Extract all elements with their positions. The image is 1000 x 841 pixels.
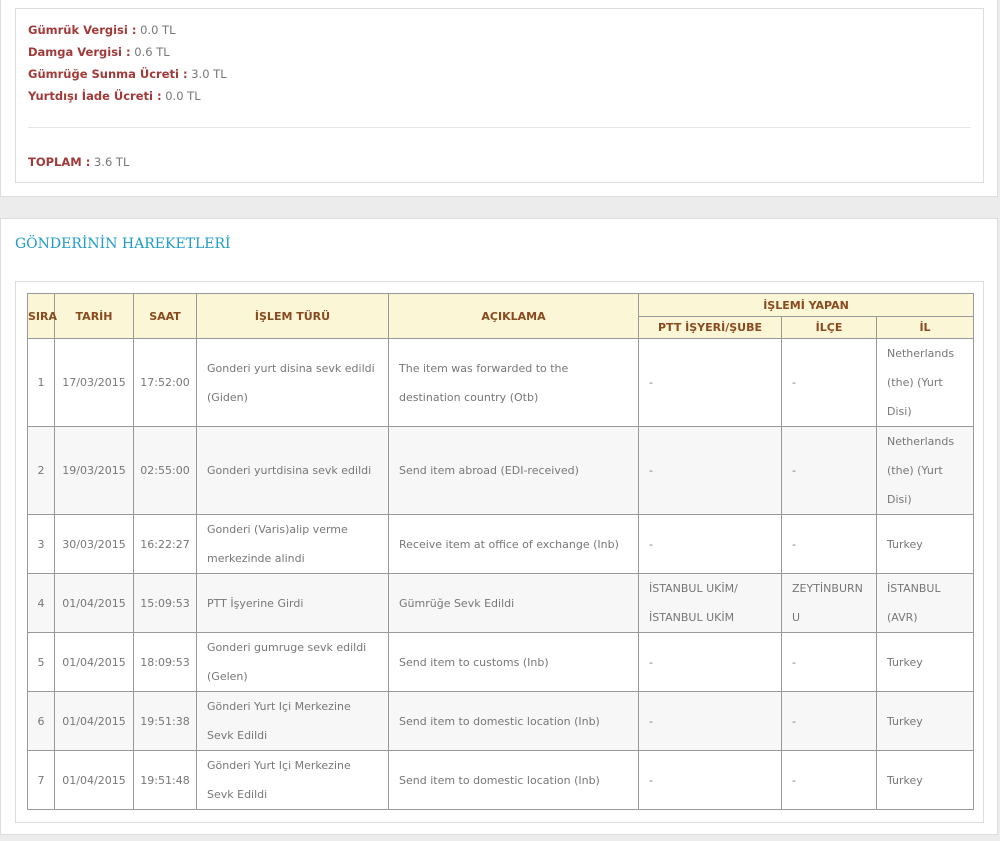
cell-ptt: İSTANBUL UKİM/İSTANBUL UKİM xyxy=(638,573,782,633)
cell-ptt: - xyxy=(638,514,782,574)
fee-value: 0.6 TL xyxy=(134,45,170,59)
movements-table-box: SIRA TARİH SAAT İŞLEM TÜRÜ AÇIKLAMA İŞLE… xyxy=(15,281,984,823)
cell-aciklama: Gümrüğe Sevk Edildi xyxy=(388,573,639,633)
cell-il: Turkey xyxy=(875,691,975,751)
cell-islem: Gonderi (Varis)alip verme merkezinde ali… xyxy=(196,514,389,574)
cell-il: Turkey xyxy=(875,632,975,692)
cell-saat: 19:51:38 xyxy=(133,691,197,751)
cell-ilce: ZEYTİNBURNU xyxy=(781,573,877,633)
fee-value: 3.0 TL xyxy=(191,67,227,81)
fee-row-customs-fee: Gümrüğe Sunma Ücreti : 3.0 TL xyxy=(28,67,227,81)
cell-saat: 16:22:27 xyxy=(133,514,197,574)
fee-label: Yurtdışı İade Ücreti : xyxy=(28,89,162,103)
col-header-aciklama: AÇIKLAMA xyxy=(388,293,639,339)
fee-row-customs-tax: Gümrük Vergisi : 0.0 TL xyxy=(28,23,175,37)
cell-il: İSTANBUL (AVR) xyxy=(875,573,975,633)
fees-box: Gümrük Vergisi : 0.0 TL Damga Vergisi : … xyxy=(15,8,984,183)
cell-ilce: - xyxy=(781,338,877,427)
cell-saat: 18:09:53 xyxy=(133,632,197,692)
table-row: 2 19/03/2015 02:55:00 Gonderi yurtdisina… xyxy=(27,426,975,515)
col-header-tarih: TARİH xyxy=(54,293,134,339)
table-row: 6 01/04/2015 19:51:38 Gönderi Yurt Içi M… xyxy=(27,691,975,751)
cell-tarih: 01/04/2015 xyxy=(54,632,134,692)
cell-saat: 19:51:48 xyxy=(133,750,197,810)
fees-divider xyxy=(28,127,971,128)
table-row: 4 01/04/2015 15:09:53 PTT İşyerine Girdi… xyxy=(27,573,975,633)
cell-il: Turkey xyxy=(875,514,975,574)
cell-ptt: - xyxy=(638,750,782,810)
total-row: TOPLAM : 3.6 TL xyxy=(28,155,129,169)
cell-sira: 7 xyxy=(27,750,55,810)
fee-label: Damga Vergisi : xyxy=(28,45,131,59)
cell-ptt: - xyxy=(638,426,782,515)
cell-aciklama: Send item to domestic location (Inb) xyxy=(388,691,639,751)
cell-tarih: 01/04/2015 xyxy=(54,691,134,751)
cell-ptt: - xyxy=(638,632,782,692)
col-header-saat: SAAT xyxy=(133,293,197,339)
cell-sira: 3 xyxy=(27,514,55,574)
cell-sira: 5 xyxy=(27,632,55,692)
cell-aciklama: Send item to domestic location (Inb) xyxy=(388,750,639,810)
fees-panel: Gümrük Vergisi : 0.0 TL Damga Vergisi : … xyxy=(0,0,998,197)
cell-tarih: 30/03/2015 xyxy=(54,514,134,574)
cell-islem: Gönderi Yurt Içi Merkezine Sevk Edildi xyxy=(196,750,389,810)
cell-il: Netherlands (the) (Yurt Disi) xyxy=(875,426,975,515)
fee-value: 0.0 TL xyxy=(140,23,176,37)
cell-ilce: - xyxy=(781,632,877,692)
table-row: 3 30/03/2015 16:22:27 Gonderi (Varis)ali… xyxy=(27,514,975,574)
cell-aciklama: Send item abroad (EDI-received) xyxy=(388,426,639,515)
col-header-ilce: İLÇE xyxy=(781,316,877,339)
cell-saat: 02:55:00 xyxy=(133,426,197,515)
cell-ilce: - xyxy=(781,426,877,515)
cell-ilce: - xyxy=(781,750,877,810)
cell-ilce: - xyxy=(781,514,877,574)
table-row: 5 01/04/2015 18:09:53 Gonderi gumruge se… xyxy=(27,632,975,692)
movements-panel: GÖNDERİNİN HAREKETLERİ SIRA TARİH SAAT İ… xyxy=(0,218,998,835)
cell-aciklama: Send item to customs (Inb) xyxy=(388,632,639,692)
col-header-islem-turu: İŞLEM TÜRÜ xyxy=(196,293,389,339)
col-header-ptt-isyeri: PTT İŞYERİ/ŞUBE xyxy=(638,316,782,339)
cell-il: Turkey xyxy=(875,750,975,810)
cell-saat: 15:09:53 xyxy=(133,573,197,633)
cell-il: Netherlands (the) (Yurt Disi) xyxy=(875,338,975,427)
section-title: GÖNDERİNİN HAREKETLERİ xyxy=(15,236,231,252)
cell-tarih: 01/04/2015 xyxy=(54,750,134,810)
cell-tarih: 19/03/2015 xyxy=(54,426,134,515)
cell-islem: Gonderi yurt disina sevk edildi (Giden) xyxy=(196,338,389,427)
table-row: 1 17/03/2015 17:52:00 Gonderi yurt disin… xyxy=(27,338,975,427)
total-label: TOPLAM : xyxy=(28,155,91,169)
cell-islem: PTT İşyerine Girdi xyxy=(196,573,389,633)
fee-label: Gümrük Vergisi : xyxy=(28,23,137,37)
cell-ptt: - xyxy=(638,338,782,427)
fee-row-stamp-tax: Damga Vergisi : 0.6 TL xyxy=(28,45,170,59)
fee-row-return-fee: Yurtdışı İade Ücreti : 0.0 TL xyxy=(28,89,201,103)
cell-sira: 1 xyxy=(27,338,55,427)
fee-value: 0.0 TL xyxy=(165,89,201,103)
col-header-il: İL xyxy=(875,316,975,339)
cell-ilce: - xyxy=(781,691,877,751)
cell-islem: Gonderi yurtdisina sevk edildi xyxy=(196,426,389,515)
total-value: 3.6 TL xyxy=(93,155,130,169)
cell-tarih: 17/03/2015 xyxy=(54,338,134,427)
cell-tarih: 01/04/2015 xyxy=(54,573,134,633)
cell-sira: 2 xyxy=(27,426,55,515)
cell-sira: 4 xyxy=(27,573,55,633)
col-header-islemi-yapan: İŞLEMİ YAPAN xyxy=(637,293,975,317)
table-row: 7 01/04/2015 19:51:48 Gönderi Yurt Içi M… xyxy=(27,750,975,810)
cell-saat: 17:52:00 xyxy=(133,338,197,427)
col-header-sira: SIRA xyxy=(27,293,57,339)
fee-label: Gümrüğe Sunma Ücreti : xyxy=(28,67,188,81)
cell-islem: Gonderi gumruge sevk edildi (Gelen) xyxy=(196,632,389,692)
cell-sira: 6 xyxy=(27,691,55,751)
cell-aciklama: Receive item at office of exchange (Inb) xyxy=(388,514,639,574)
movements-table: SIRA TARİH SAAT İŞLEM TÜRÜ AÇIKLAMA İŞLE… xyxy=(27,293,975,810)
cell-aciklama: The item was forwarded to the destinatio… xyxy=(388,338,639,427)
cell-ptt: - xyxy=(638,691,782,751)
cell-islem: Gönderi Yurt Içi Merkezine Sevk Edildi xyxy=(196,691,389,751)
